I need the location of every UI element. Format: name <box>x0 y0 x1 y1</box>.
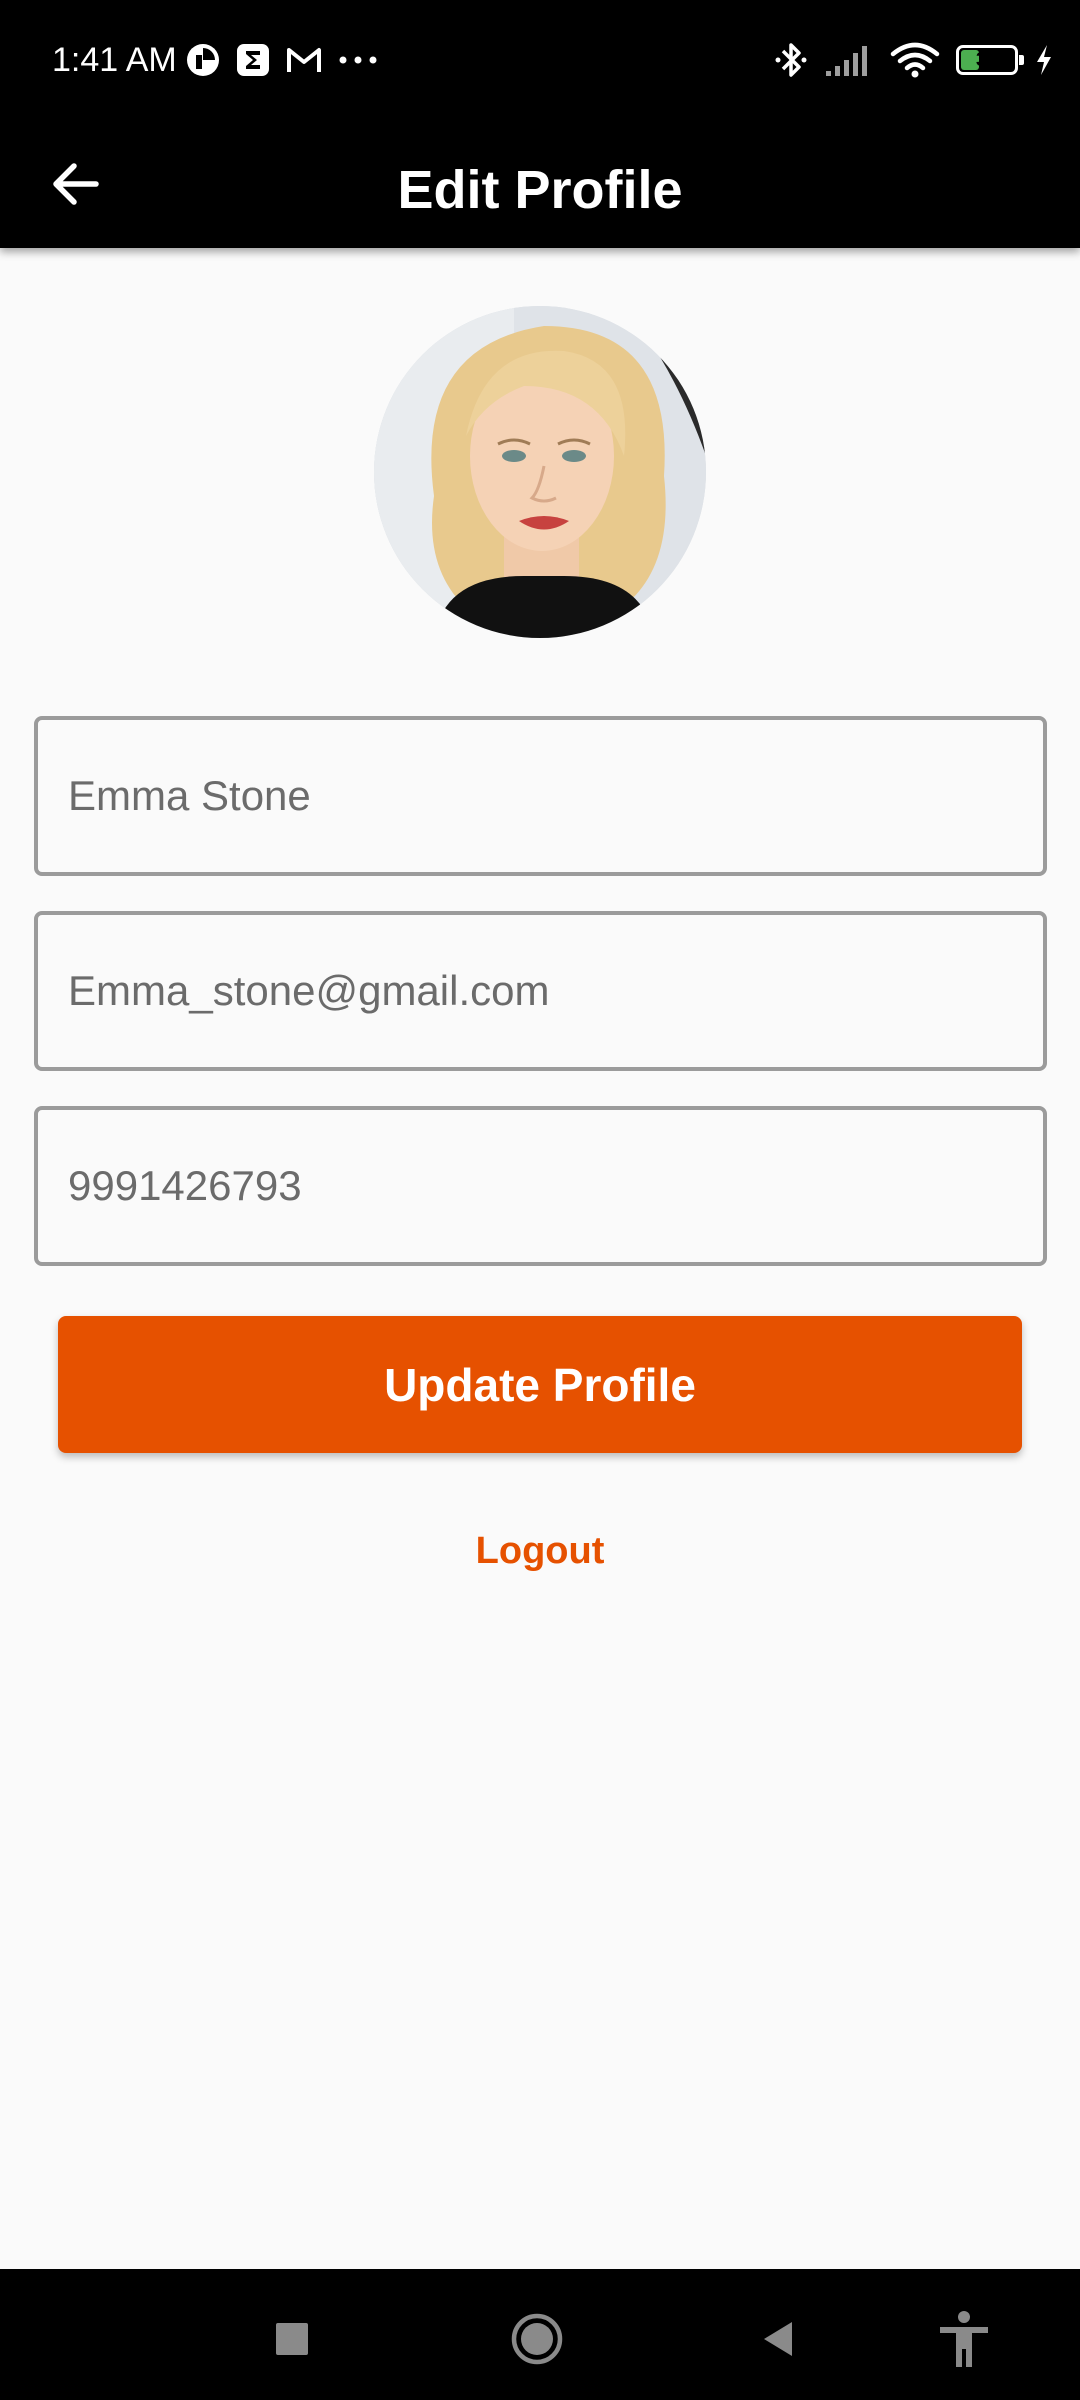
app-bar: Edit Profile <box>0 120 1080 248</box>
recents-button[interactable] <box>252 2299 332 2379</box>
status-system-icons: 32 <box>774 38 1054 82</box>
more-dots-icon <box>338 55 378 65</box>
back-nav-button[interactable] <box>738 2299 818 2379</box>
phone-input[interactable] <box>38 1110 1043 1262</box>
phone-field[interactable] <box>34 1106 1047 1266</box>
charging-bolt-icon <box>1034 44 1054 76</box>
pinwheel-icon <box>186 43 220 77</box>
wifi-icon <box>890 42 940 78</box>
bluetooth-icon <box>774 40 808 80</box>
update-profile-button[interactable]: Update Profile <box>58 1316 1022 1453</box>
email-field[interactable] <box>34 911 1047 1071</box>
cellular-signal-icon <box>824 43 874 77</box>
avatar-portrait <box>374 306 706 638</box>
name-input[interactable] <box>38 720 1043 872</box>
home-circle-icon <box>511 2313 563 2365</box>
status-notification-icons <box>186 40 378 80</box>
status-time: 1:41 AM <box>52 41 177 79</box>
home-button[interactable] <box>497 2299 577 2379</box>
gmail-icon <box>286 45 322 75</box>
accessibility-button[interactable] <box>924 2299 1004 2379</box>
email-input[interactable] <box>38 915 1043 1067</box>
battery-icon: 32 <box>956 45 1024 75</box>
back-triangle-icon <box>764 2322 792 2356</box>
status-bar: 1:41 AM 32 <box>0 0 1080 120</box>
accessibility-icon <box>940 2311 988 2367</box>
battery-tip <box>1019 55 1024 65</box>
page-title: Edit Profile <box>397 160 683 220</box>
logout-link[interactable]: Logout <box>0 1526 1080 1576</box>
recents-square-icon <box>276 2323 308 2355</box>
avatar[interactable] <box>374 306 706 638</box>
battery-level: 32 <box>975 49 999 71</box>
name-field[interactable] <box>34 716 1047 876</box>
sigma-icon <box>236 43 270 77</box>
navigation-bar <box>0 2269 1080 2400</box>
